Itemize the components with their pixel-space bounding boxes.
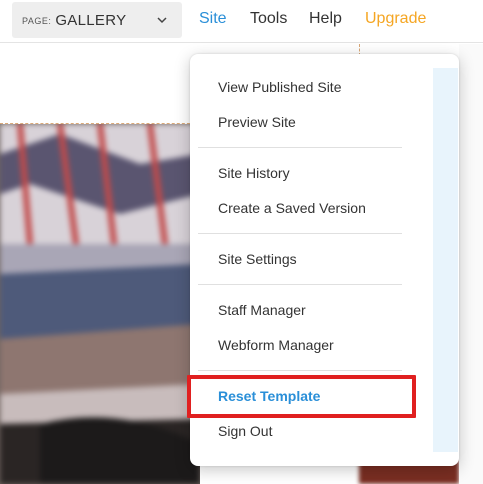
page-selector-prefix: PAGE:	[22, 16, 52, 26]
menu-divider	[198, 147, 402, 148]
menu-side-panel	[433, 68, 458, 452]
page-edge	[459, 44, 483, 484]
menu-item-webform-manager[interactable]: Webform Manager	[218, 337, 334, 353]
page-selector[interactable]: PAGE: GALLERY	[12, 2, 182, 38]
page-selector-value: GALLERY	[55, 11, 127, 29]
menu-item-sign-out[interactable]: Sign Out	[218, 423, 272, 439]
menu-divider	[198, 284, 402, 285]
nav-tools[interactable]: Tools	[250, 10, 287, 28]
top-bar: PAGE: GALLERY Site Tools Help Upgrade	[0, 0, 483, 43]
site-menu: View Published Site Preview Site Site Hi…	[190, 54, 459, 466]
menu-item-create-saved-version[interactable]: Create a Saved Version	[218, 200, 366, 216]
gallery-image	[0, 124, 200, 484]
menu-item-preview-site[interactable]: Preview Site	[218, 114, 296, 130]
menu-divider	[198, 370, 402, 371]
nav-help[interactable]: Help	[309, 10, 342, 28]
menu-item-view-published-site[interactable]: View Published Site	[218, 79, 341, 95]
menu-item-reset-template[interactable]: Reset Template	[218, 388, 320, 404]
nav-site[interactable]: Site	[199, 10, 227, 28]
menu-item-staff-manager[interactable]: Staff Manager	[218, 302, 306, 318]
menu-divider	[198, 233, 402, 234]
menu-item-site-history[interactable]: Site History	[218, 165, 290, 181]
nav-upgrade[interactable]: Upgrade	[365, 10, 426, 28]
editor-window: PAGE: GALLERY Site Tools Help Upgrade Vi…	[0, 0, 483, 484]
menu-item-site-settings[interactable]: Site Settings	[218, 251, 297, 267]
chevron-down-icon	[157, 17, 167, 24]
